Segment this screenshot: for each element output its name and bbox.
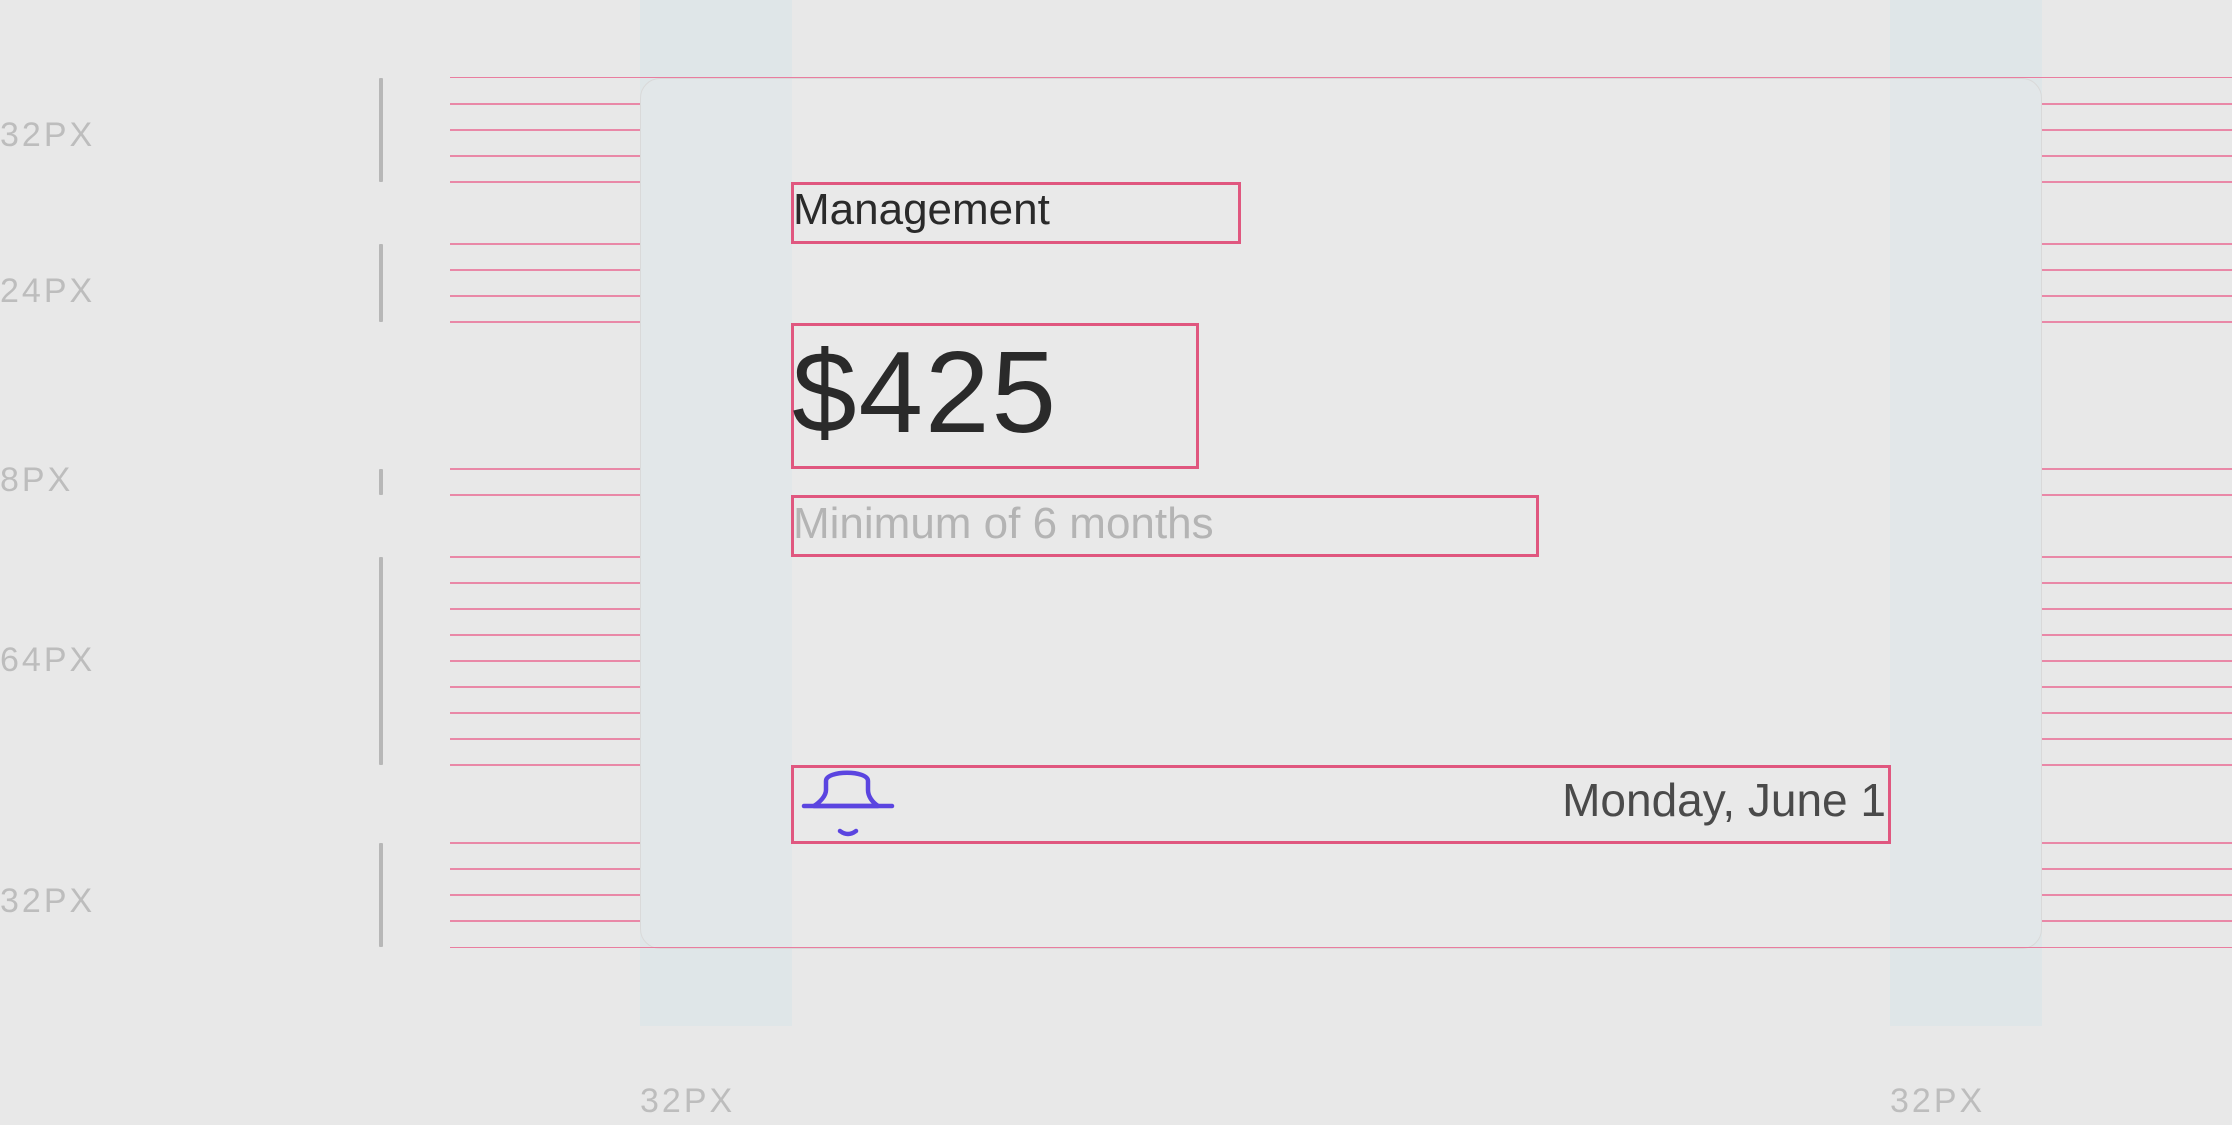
bell-icon: [800, 768, 896, 842]
left-padding-label: 32PX: [640, 1082, 736, 1120]
right-padding-label: 32PX: [1890, 1082, 1986, 1120]
top-padding-label: 32PX: [0, 116, 96, 154]
footer-date: Monday, June 1: [1562, 774, 1886, 826]
subtitle-gap-label: 8PX: [0, 461, 74, 499]
footer-gap-bar: [379, 557, 383, 765]
card-title: Management: [793, 185, 1050, 234]
top-padding-bar: [379, 78, 383, 182]
subtitle-gap-bar: [379, 469, 383, 495]
bottom-padding-label: 32PX: [0, 882, 96, 920]
bottom-padding-bar: [379, 843, 383, 947]
footer-gap-label: 64PX: [0, 641, 96, 679]
title-gap-label: 24PX: [0, 272, 96, 310]
card-subtitle: Minimum of 6 months: [793, 499, 1214, 548]
card-price: $425: [792, 327, 1059, 457]
title-gap-bar: [379, 244, 383, 322]
